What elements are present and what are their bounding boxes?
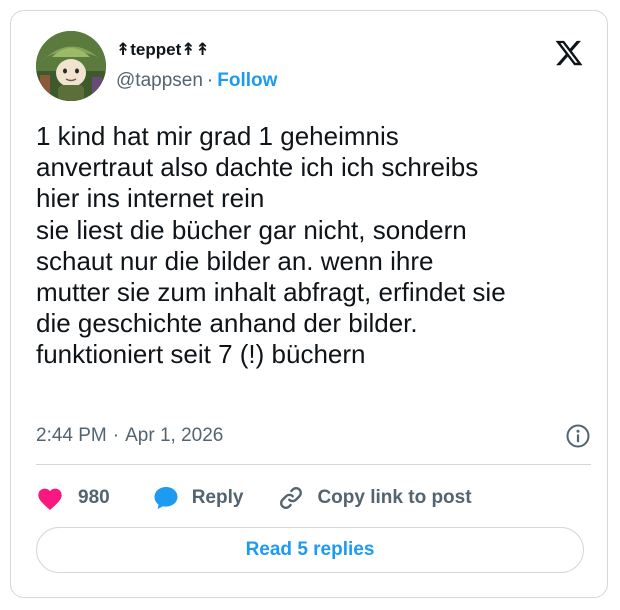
like-count: 980 (78, 487, 110, 508)
like-button[interactable]: 980 (36, 485, 110, 511)
avatar-illustration (36, 31, 106, 101)
action-bar: 980 Reply Copy link to post (36, 483, 472, 513)
separator-dot: · (206, 70, 214, 91)
tweet-time[interactable]: 2:44 PM (36, 425, 107, 447)
link-icon (277, 484, 305, 512)
timestamp-row: 2:44 PM · Apr 1, 2026 (36, 423, 591, 449)
tweet-date[interactable]: Apr 1, 2026 (125, 425, 223, 447)
display-name[interactable]: ↟teppet↟↟ (116, 39, 210, 61)
speech-bubble-icon (152, 485, 180, 511)
separator-dot: · (112, 425, 120, 446)
read-replies-button[interactable]: Read 5 replies (36, 527, 584, 573)
handle[interactable]: @tappsen (116, 70, 203, 91)
handle-row: @tappsen · Follow (116, 70, 277, 92)
follow-link[interactable]: Follow (217, 70, 277, 91)
heart-icon (36, 485, 64, 511)
tweet-text: 1 kind hat mir grad 1 geheimnis anvertra… (36, 121, 506, 370)
copy-link-button[interactable]: Copy link to post (277, 484, 472, 512)
reply-label: Reply (191, 487, 244, 508)
tweet-card: ↟teppet↟↟ @tappsen · Follow 1 kind hat mir… (10, 10, 608, 598)
divider (36, 464, 591, 465)
avatar[interactable] (36, 31, 106, 101)
read-replies-label: Read 5 replies (245, 539, 375, 560)
reply-button[interactable]: Reply (152, 485, 244, 511)
x-logo-icon[interactable] (554, 38, 584, 68)
info-icon[interactable] (565, 423, 591, 449)
copy-link-label: Copy link to post (317, 487, 472, 508)
